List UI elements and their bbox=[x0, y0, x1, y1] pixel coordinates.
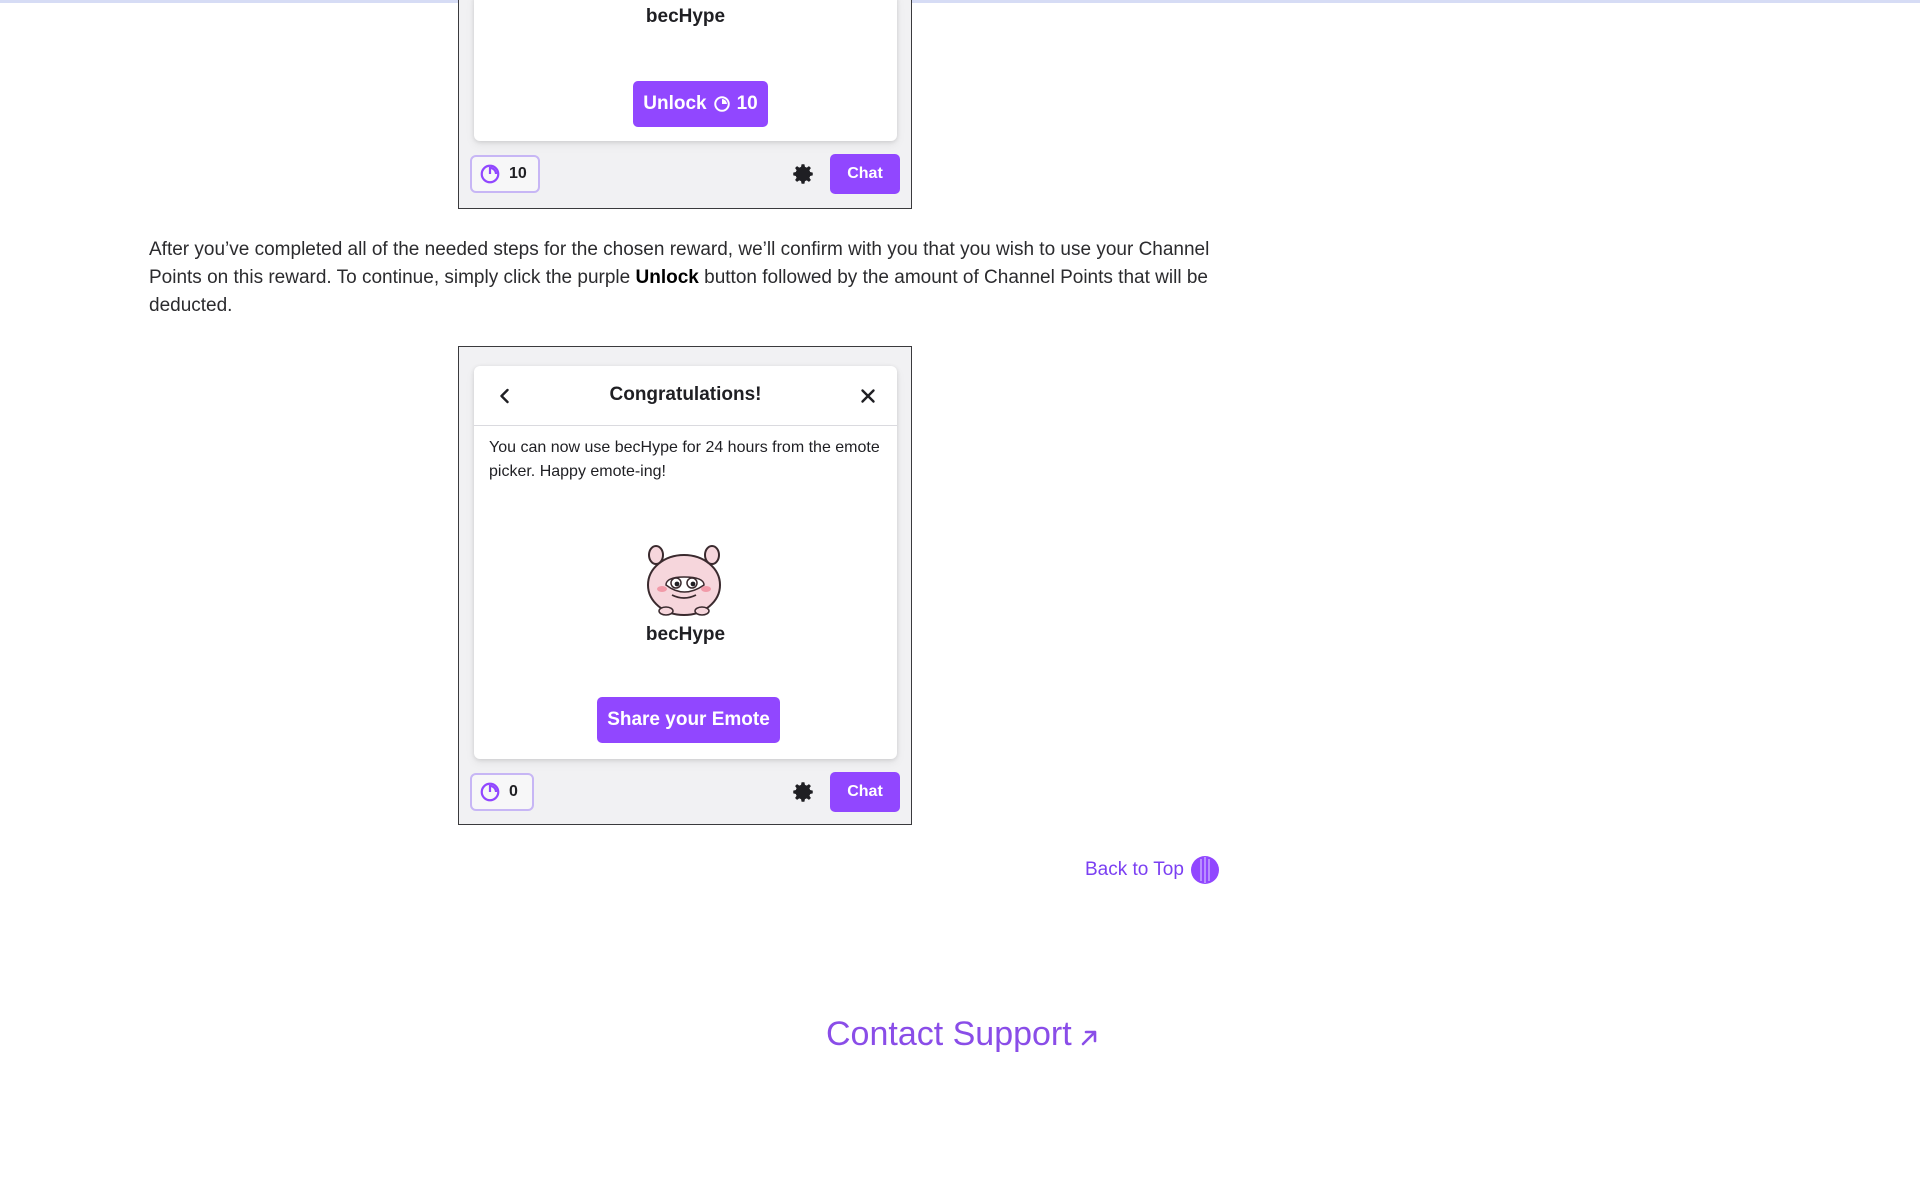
unlock-cost: 10 bbox=[736, 93, 758, 114]
instruction-paragraph: After you’ve completed all of the needed… bbox=[149, 236, 1229, 320]
unlock-button[interactable]: Unlock 10 bbox=[633, 81, 768, 127]
chat-button[interactable]: Chat bbox=[830, 154, 900, 194]
channel-points-balance[interactable]: 0 bbox=[470, 773, 534, 811]
points-value: 10 bbox=[509, 165, 527, 182]
channel-points-icon bbox=[480, 782, 500, 802]
unlock-label: Unlock bbox=[643, 93, 707, 114]
close-icon[interactable] bbox=[857, 385, 879, 407]
emote-image bbox=[647, 545, 721, 616]
contact-support-link[interactable]: Contact Support bbox=[826, 1015, 1100, 1054]
external-arrow-icon bbox=[1081, 1030, 1097, 1045]
paragraph-unlock-term: Unlock bbox=[635, 267, 699, 288]
channel-points-icon bbox=[480, 164, 500, 184]
back-to-top-label: Back to Top bbox=[1085, 859, 1184, 880]
channel-points-balance[interactable]: 10 bbox=[470, 155, 540, 193]
emote-name: becHype bbox=[645, 624, 726, 645]
emote-name: becHype bbox=[645, 6, 726, 27]
chat-button[interactable]: Chat bbox=[830, 772, 900, 812]
points-value: 0 bbox=[509, 783, 518, 800]
card-message: You can now use becHype for 24 hours fro… bbox=[489, 439, 880, 480]
gear-icon[interactable] bbox=[790, 779, 816, 805]
contact-support-label: Contact Support bbox=[826, 1015, 1072, 1053]
card-header: Congratulations! bbox=[474, 366, 897, 426]
back-to-top-icon bbox=[1190, 856, 1219, 884]
channel-points-icon bbox=[713, 96, 730, 112]
back-to-top-link[interactable]: Back to Top bbox=[1085, 855, 1220, 885]
congratulations-card: Congratulations! You can now use becHype… bbox=[474, 366, 897, 759]
screenshot-congratulations: Congratulations! You can now use becHype… bbox=[458, 346, 912, 825]
top-divider bbox=[0, 0, 1920, 3]
reward-card: becHype Unlock 10 bbox=[474, 0, 897, 141]
gear-icon[interactable] bbox=[790, 161, 816, 187]
screenshot-unlock-reward: becHype Unlock 10 10 Chat bbox=[458, 0, 912, 209]
card-title: Congratulations! bbox=[609, 384, 762, 405]
share-emote-button[interactable]: Share your Emote bbox=[597, 697, 780, 743]
